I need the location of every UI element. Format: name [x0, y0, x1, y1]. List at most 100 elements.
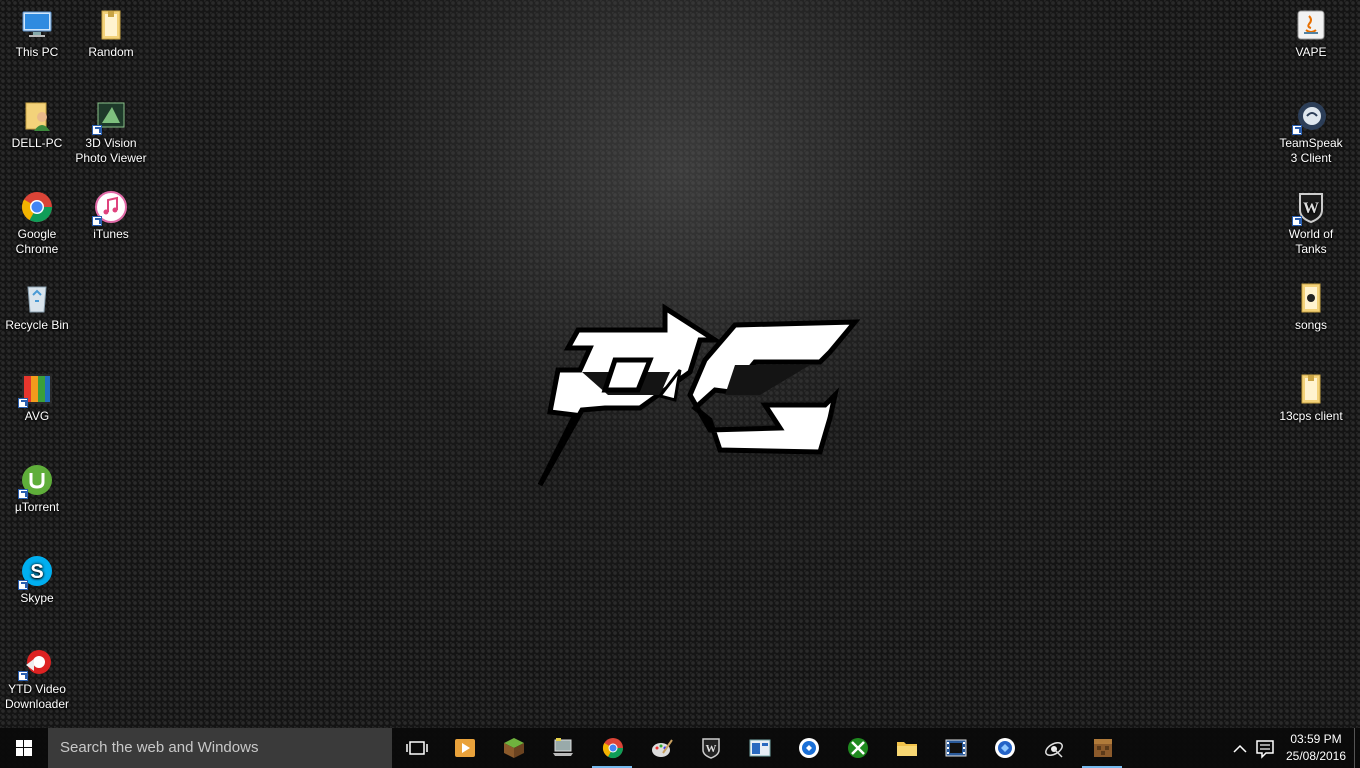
folder-icon — [1294, 281, 1328, 315]
desktop-icon-label: Recycle Bin — [5, 318, 69, 332]
desktop-icon-world-of-tanks[interactable]: W World of Tanks — [1274, 184, 1348, 272]
desktop-icon-this-pc[interactable]: This PC — [0, 2, 74, 90]
minecraft-icon — [504, 738, 524, 758]
taskbar-chrome[interactable] — [588, 728, 636, 768]
desktop-icon-google-chrome[interactable]: Google Chrome — [0, 184, 74, 272]
shortcut-arrow-icon — [18, 489, 28, 499]
desktop-icon-avg[interactable]: AVG — [0, 366, 74, 454]
xbox-icon — [848, 738, 868, 758]
taskbar-store-app[interactable] — [980, 728, 1028, 768]
taskbar-media-player[interactable] — [440, 728, 488, 768]
taskbar-movie-maker[interactable] — [931, 728, 979, 768]
desktop-icon-skype[interactable]: S Skype — [0, 548, 74, 636]
taskbar-paint[interactable] — [637, 728, 685, 768]
shortcut-arrow-icon — [92, 216, 102, 226]
desktop-icon-recycle-bin[interactable]: Recycle Bin — [0, 275, 74, 363]
clock[interactable]: 03:59 PM 25/08/2016 — [1280, 731, 1352, 765]
utorrent-icon — [18, 463, 54, 499]
file-explorer-icon — [897, 742, 917, 756]
svg-text:W: W — [706, 743, 717, 755]
paint-icon — [652, 739, 673, 757]
satellite-icon — [1045, 742, 1063, 758]
shortcut-arrow-icon — [92, 125, 102, 135]
tray-overflow-button[interactable] — [1226, 728, 1254, 768]
shortcut-arrow-icon — [18, 671, 28, 681]
user-folder-icon — [20, 99, 54, 133]
desktop-icon-vape[interactable]: VAPE — [1274, 2, 1348, 90]
blue-circle-app-icon — [799, 738, 819, 758]
desktop-icon-label: iTunes — [93, 227, 129, 241]
taskbar-satellite-app[interactable] — [1029, 728, 1077, 768]
desktop-icon-teamspeak[interactable]: TeamSpeak 3 Client — [1274, 93, 1348, 181]
laptop-app-icon — [553, 738, 573, 756]
skype-icon: S — [18, 554, 54, 590]
desktop-icon-dell-pc[interactable]: DELL-PC — [0, 93, 74, 181]
taskbar-file-explorer[interactable] — [882, 728, 930, 768]
svg-text:S: S — [30, 561, 43, 583]
media-player-icon — [455, 739, 475, 757]
desktop-icon-label: VAPE — [1295, 45, 1327, 59]
clock-time: 03:59 PM — [1290, 732, 1342, 746]
action-center-button[interactable] — [1254, 728, 1276, 768]
desktop-icon-label: AVG — [24, 409, 50, 423]
desktop-icon-itunes[interactable]: iTunes — [74, 184, 148, 272]
folder-icon — [94, 8, 128, 42]
desktop-icon-label: DELL-PC — [11, 136, 63, 150]
shortcut-arrow-icon — [18, 580, 28, 590]
desktop: This PC Random DELL-PC 3D Vision Photo V… — [0, 0, 1360, 728]
desktop-icon-3d-vision[interactable]: 3D Vision Photo Viewer — [74, 93, 148, 181]
task-view-icon — [406, 741, 428, 755]
taskbar-window-app[interactable] — [735, 728, 783, 768]
taskbar-blue-circle-app[interactable] — [784, 728, 832, 768]
taskbar-minecraft-launcher[interactable] — [1078, 728, 1126, 768]
desktop-icon-label: Google Chrome — [15, 227, 59, 256]
store-app-icon — [995, 738, 1015, 758]
desktop-icon-label: songs — [1294, 318, 1328, 332]
taskbar: Search the web and Windows W 03:59 PM 25… — [0, 728, 1360, 768]
svg-text:W: W — [1303, 200, 1319, 217]
notification-icon — [1256, 740, 1274, 759]
chrome-icon — [20, 190, 54, 224]
taskbar-laptop-app[interactable] — [538, 728, 586, 768]
desktop-icon-label: Skype — [20, 591, 54, 605]
computer-icon — [20, 8, 54, 42]
chevron-up-icon — [1233, 744, 1247, 753]
itunes-icon — [92, 190, 128, 226]
desktop-icon-songs[interactable]: songs — [1274, 275, 1348, 363]
search-box[interactable]: Search the web and Windows — [48, 728, 392, 768]
3d-vision-icon — [92, 99, 128, 135]
world-of-tanks-icon: W — [702, 738, 720, 759]
desktop-icon-label: µTorrent — [14, 500, 60, 514]
folder-icon — [1294, 372, 1328, 406]
shortcut-arrow-icon — [1292, 125, 1302, 135]
taskbar-world-of-tanks[interactable]: W — [686, 728, 734, 768]
taskbar-xbox[interactable] — [833, 728, 881, 768]
desktop-icon-label: Random — [88, 45, 134, 59]
show-desktop-button[interactable] — [1354, 728, 1360, 768]
avg-icon — [18, 372, 54, 408]
desktop-icon-random[interactable]: Random — [74, 2, 148, 90]
ytd-icon — [18, 645, 54, 681]
minecraft-launcher-icon — [1094, 739, 1112, 757]
java-jar-icon — [1294, 8, 1328, 42]
teamspeak-icon — [1292, 99, 1328, 135]
world-of-tanks-icon: W — [1292, 190, 1328, 226]
movie-maker-icon — [945, 739, 967, 757]
chrome-icon — [602, 738, 624, 759]
window-app-icon — [749, 739, 771, 757]
clock-date: 25/08/2016 — [1285, 749, 1347, 763]
shortcut-arrow-icon — [1292, 216, 1302, 226]
desktop-icon-label: 3D Vision Photo Viewer — [75, 136, 147, 165]
desktop-icon-label: 13cps client — [1279, 409, 1343, 423]
desktop-icon-utorrent[interactable]: µTorrent — [0, 457, 74, 545]
desktop-icon-ytd[interactable]: YTD Video Downloader — [0, 639, 74, 727]
recycle-bin-icon — [20, 281, 54, 315]
search-placeholder: Search the web and Windows — [60, 739, 259, 756]
wallpaper-logo-icon — [537, 303, 860, 487]
shortcut-arrow-icon — [18, 398, 28, 408]
start-button[interactable] — [0, 728, 48, 768]
desktop-icon-13cps-client[interactable]: 13cps client — [1274, 366, 1348, 454]
task-view-button[interactable] — [392, 728, 440, 768]
desktop-icon-label: YTD Video Downloader — [4, 682, 70, 711]
taskbar-minecraft[interactable] — [489, 728, 537, 768]
